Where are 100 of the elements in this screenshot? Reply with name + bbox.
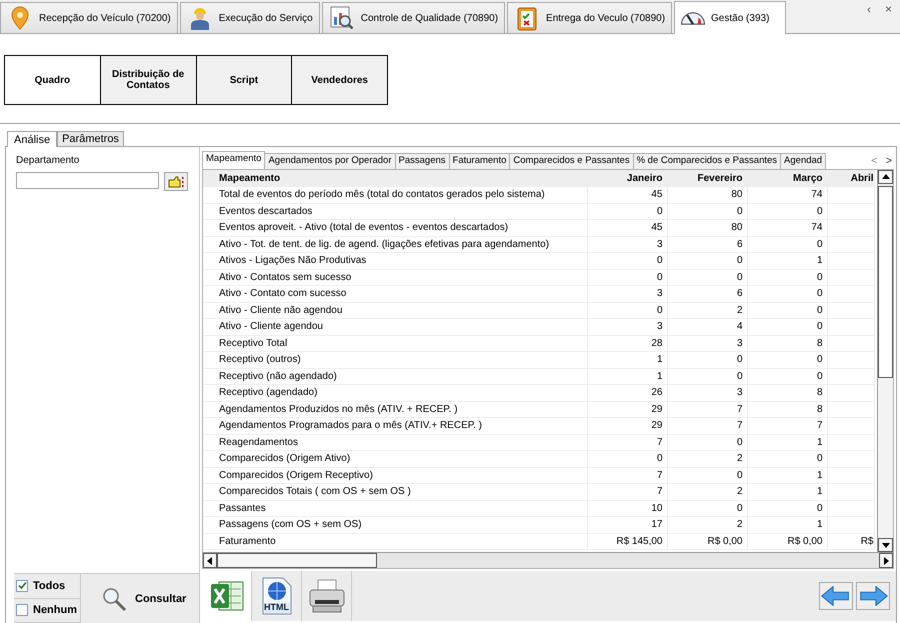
table-cell: 0 (747, 352, 827, 368)
table-cell: 7 (667, 401, 747, 418)
checkbox-label: Nenhum (33, 604, 77, 616)
table-cell: 0 (587, 203, 667, 220)
report-tab[interactable]: Agendamentos por Operador (264, 153, 396, 169)
table-cell: Passagens (com OS + sem OS) (203, 516, 587, 533)
table-cell: Comparecidos (Origem Receptivo) (203, 467, 587, 484)
table-cell: R$ 0,00 (667, 533, 747, 550)
scrollbar-thumb[interactable] (878, 186, 893, 378)
table-cell: 29 (587, 418, 667, 434)
table-cell: 1 (587, 352, 667, 368)
column-header[interactable]: Abril (827, 170, 874, 186)
table-cell: Receptivo Total (203, 335, 587, 352)
module-tab[interactable]: Gestão (393) (674, 1, 786, 34)
triangle-up-icon (880, 172, 890, 182)
table-cell: 0 (587, 302, 667, 318)
search-icon (101, 586, 127, 612)
table-cell: 0 (747, 302, 827, 318)
report-tab[interactable]: Agendad (780, 153, 826, 169)
table-cell: 74 (747, 220, 827, 236)
chart-magnifier-icon (328, 5, 355, 31)
table-cell: 8 (747, 335, 827, 352)
table-cell: 0 (667, 252, 747, 269)
table-cell: 0 (667, 500, 747, 516)
table-cell: 0 (587, 450, 667, 467)
table-cell: Eventos aproveit. - Ativo (total de eventos - eventos descartados) (203, 220, 587, 236)
table-cell: 74 (747, 186, 827, 203)
module-tab[interactable]: Recepção do Veículo (70200) (0, 2, 178, 33)
table-cell: 6 (667, 236, 747, 252)
scrollbar-thumb[interactable] (217, 553, 377, 568)
table-cell: 2 (667, 450, 747, 467)
report-tab[interactable]: Comparecidos e Passantes (509, 153, 634, 169)
scroll-up-button[interactable] (878, 170, 893, 184)
checkbox[interactable] (16, 604, 28, 616)
table-cell: 7 (587, 484, 667, 500)
table-cell: Ativo - Cliente não agendou (203, 302, 587, 318)
table-cell: 0 (587, 252, 667, 269)
table-cell: R$ 0,00 (747, 533, 827, 550)
table-cell: 0 (747, 318, 827, 335)
scroll-right-button[interactable]: > (886, 155, 892, 167)
table-cell: Ativo - Contatos sem sucesso (203, 269, 587, 286)
table-cell: 7 (747, 418, 827, 434)
column-header[interactable]: Março (747, 170, 827, 186)
table-cell: 0 (667, 467, 747, 484)
report-tab[interactable]: Faturamento (448, 153, 510, 169)
next-button[interactable] (856, 582, 890, 610)
table-cell: 17 (587, 516, 667, 533)
scroll-down-button[interactable] (878, 538, 893, 552)
previous-button[interactable] (819, 582, 853, 610)
excel-export-button[interactable] (202, 571, 252, 621)
table-cell: 0 (747, 269, 827, 286)
table-cell: Ativo - Cliente agendou (203, 318, 587, 335)
table-cell: Total de eventos do período mês (total do contatos gerados pelo sistema) (203, 186, 587, 203)
table-cell: 7 (587, 467, 667, 484)
table-cell: 0 (747, 450, 827, 467)
table-cell: Comparecidos (Origem Ativo) (203, 450, 587, 467)
column-header[interactable]: Fevereiro (667, 170, 747, 186)
column-header[interactable]: Janeiro (587, 170, 667, 186)
table-cell: 3 (587, 236, 667, 252)
table-cell: 80 (667, 220, 747, 236)
table-cell: 8 (747, 401, 827, 418)
table-cell: 45 (587, 186, 667, 203)
scroll-right-button[interactable] (879, 553, 893, 568)
table-cell: Agendamentos Produzidos no mês (ATIV. + RECEP. ) (203, 401, 587, 418)
table-cell: 0 (667, 352, 747, 368)
table-cell: 2 (667, 516, 747, 533)
report-tab[interactable]: Passagens (394, 153, 450, 169)
table-cell: Receptivo (agendado) (203, 384, 587, 401)
panel-tab[interactable]: Parâmetros (57, 131, 124, 146)
table-cell: 7 (587, 434, 667, 450)
report-tab[interactable]: Mapeamento (202, 151, 266, 169)
module-tab[interactable]: Execução do Serviço (180, 2, 320, 33)
printer-icon (306, 578, 346, 614)
close-button[interactable]: × (884, 2, 892, 16)
table-cell: Passantes (203, 500, 587, 516)
table-cell: 1 (747, 484, 827, 500)
table-cell: R$ (827, 533, 874, 550)
view-button[interactable]: Vendedores (291, 56, 387, 104)
table-cell: R$ 145,00 (587, 533, 667, 550)
table-cell: 0 (747, 286, 827, 302)
scroll-left-button[interactable]: ‹ (866, 2, 871, 16)
table-cell: 0 (667, 434, 747, 450)
report-tab[interactable]: % de Comparecidos e Passantes (632, 153, 782, 169)
scroll-left-button[interactable] (203, 553, 217, 568)
checkbox[interactable] (16, 580, 28, 592)
table-cell: Ativos - Ligações Não Produtivas (203, 252, 587, 269)
table-cell: 0 (747, 236, 827, 252)
lookup-button[interactable] (164, 172, 188, 191)
panel-tab[interactable]: Análise (7, 131, 58, 147)
view-button[interactable]: Distribuição de Contatos (100, 56, 196, 104)
table-cell: 29 (587, 401, 667, 418)
column-header[interactable]: Mapeamento (203, 170, 587, 186)
table-cell: Faturamento (203, 533, 587, 550)
module-tab[interactable]: Controle de Qualidade (70890) (322, 2, 506, 33)
pointing-hand-icon (168, 176, 184, 188)
view-button[interactable]: Script (196, 56, 292, 104)
department-field[interactable] (16, 172, 159, 189)
table-cell: 26 (587, 384, 667, 401)
module-tab[interactable]: Entrega do Veculo (70890) (507, 2, 672, 33)
scroll-left-button[interactable]: < (871, 155, 878, 167)
